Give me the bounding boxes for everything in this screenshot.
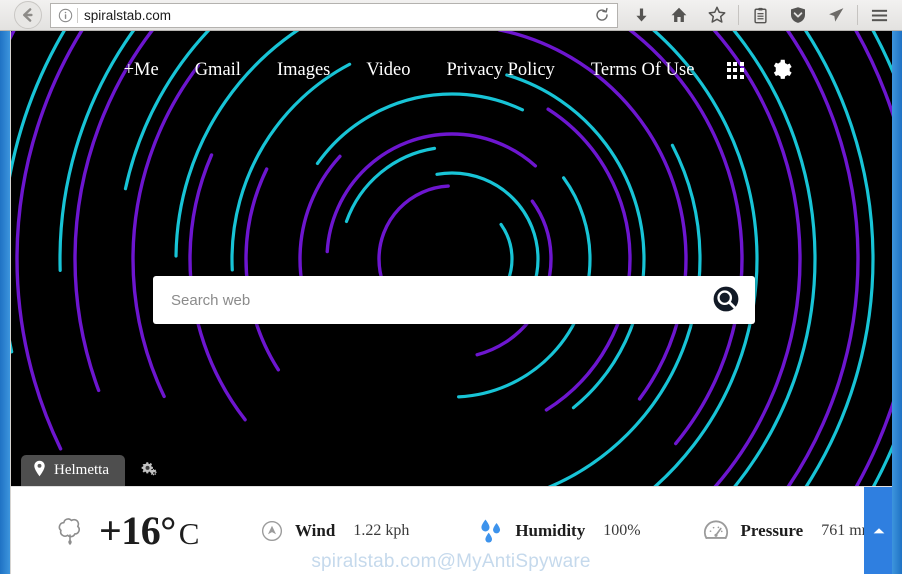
toolbar-divider [857,5,858,25]
spiral-background: +Me Gmail Images Video Privacy Policy Te… [11,31,892,486]
apps-grid-icon[interactable] [720,55,750,85]
chevron-up-icon [872,524,886,539]
gear-icon[interactable] [768,55,798,85]
humidity-label: Humidity [515,521,585,541]
search-input[interactable] [153,276,699,324]
reader-view-icon[interactable] [741,1,779,29]
nav-link-privacy-policy[interactable]: Privacy Policy [428,60,572,81]
nav-link-video[interactable]: Video [348,60,428,81]
location-chip[interactable]: Helmetta [21,455,125,486]
hamburger-menu-icon[interactable] [860,1,898,29]
browser-tool-icons [622,1,898,29]
weather-humidity-item: Humidity 100% [479,518,640,544]
cloud-rain-icon [53,514,87,548]
page-info-icon[interactable] [55,5,75,25]
pressure-label: Pressure [741,521,804,541]
bookmark-star-icon[interactable] [698,1,736,29]
location-row: Helmetta [21,455,163,486]
window-left-edge [0,31,10,574]
weather-temperature-item: +16°C [53,511,199,551]
nav-link-gmail[interactable]: Gmail [177,60,259,81]
humidity-drops-icon [479,518,503,544]
search-box[interactable] [153,276,755,324]
pressure-gauge-icon [703,518,729,544]
browser-toolbar: spiralstab.com [0,0,902,31]
weather-wind-item: Wind 1.22 kph [261,520,409,542]
wind-value: 1.22 kph [353,522,409,540]
nav-link-me[interactable]: +Me [106,60,177,81]
location-name: Helmetta [54,462,109,479]
weather-collapse-button[interactable] [864,487,892,574]
humidity-value: 100% [603,522,640,540]
address-bar[interactable]: spiralstab.com [50,3,618,28]
shield-icon[interactable] [779,1,817,29]
search-magnifier-icon[interactable] [699,276,755,324]
temperature-value: +16°C [99,511,199,551]
wind-icon [261,520,283,542]
downloads-icon[interactable] [622,1,660,29]
window-right-edge [892,31,902,574]
location-pin-icon [33,460,46,482]
site-navigation: +Me Gmail Images Video Privacy Policy Te… [11,55,892,85]
nav-link-terms-of-use[interactable]: Terms Of Use [573,60,713,81]
browser-window: spiralstab.com [0,0,902,574]
wind-label: Wind [295,521,335,541]
address-divider [77,8,78,23]
home-icon[interactable] [660,1,698,29]
temperature-unit: C [179,516,199,551]
nav-link-images[interactable]: Images [259,60,348,81]
reload-icon[interactable] [591,4,613,26]
toolbar-divider [738,5,739,25]
back-arrow-icon[interactable] [14,1,42,29]
web-page: +Me Gmail Images Video Privacy Policy Te… [10,31,892,574]
send-icon[interactable] [817,1,855,29]
weather-bar: +16°C Wind 1.22 kph [11,486,892,574]
gears-settings-icon[interactable] [137,458,163,484]
url-text: spiralstab.com [84,8,591,23]
spiral-arcs-graphic [11,31,892,486]
